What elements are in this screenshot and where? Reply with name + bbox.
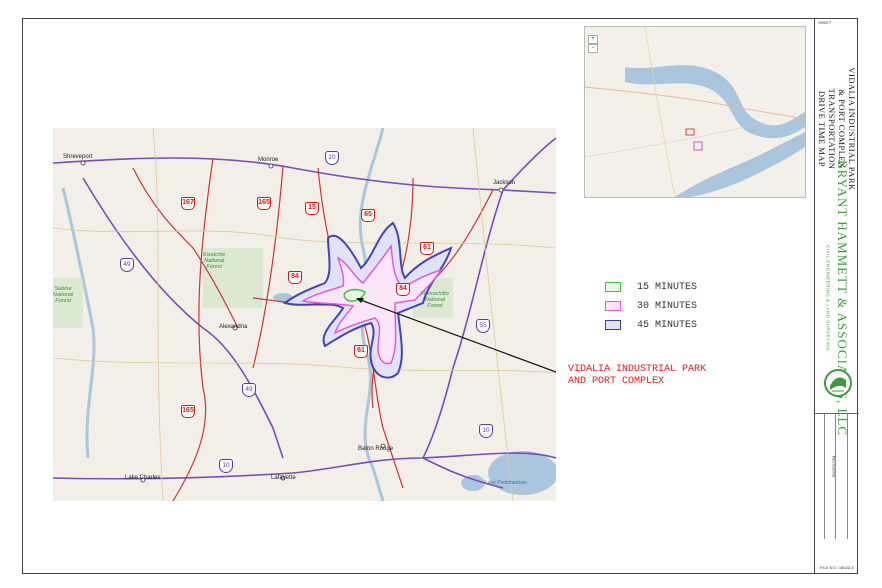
callout-line-1: VIDALIA INDUSTRIAL PARK bbox=[568, 364, 707, 375]
us-route-shield: 61 bbox=[420, 242, 434, 255]
title-block: SHEET VIDALIA INDUSTRIAL PARK & PORT COM… bbox=[814, 18, 859, 574]
us-route-shield: 84 bbox=[396, 283, 410, 296]
title-line-4: DRIVE TIME MAP bbox=[817, 90, 827, 168]
interstate-shield: 55 bbox=[476, 319, 490, 333]
zoom-in-button[interactable]: + bbox=[588, 35, 598, 44]
city-shreveport: Shreveport bbox=[63, 154, 93, 160]
legend: 15 MINUTES 30 MINUTES 45 MINUTES bbox=[605, 278, 697, 335]
us-route-shield: 65 bbox=[361, 209, 375, 222]
company-tagline: CIVIL ENGINEERING & LAND SURVEYING bbox=[825, 244, 831, 352]
legend-swatch bbox=[605, 320, 621, 330]
interstate-shield: 20 bbox=[325, 151, 339, 165]
legend-item-15: 15 MINUTES bbox=[605, 278, 697, 296]
park-sabine: Sabine National Forest bbox=[53, 286, 74, 304]
legend-item-30: 30 MINUTES bbox=[605, 297, 697, 315]
zoom-out-button[interactable]: − bbox=[588, 44, 598, 53]
site-callout: VIDALIA INDUSTRIAL PARK AND PORT COMPLEX bbox=[568, 364, 706, 388]
park-kisatchie: Kisatchie National Forest bbox=[203, 252, 226, 270]
city-alexandria: Alexandria bbox=[219, 324, 248, 330]
us-route-shield: 15 bbox=[305, 202, 319, 215]
legend-label: 45 MINUTES bbox=[637, 319, 698, 331]
park-homochitto: Homochitto National Forest bbox=[421, 291, 449, 309]
revisions-table: REVISIONS bbox=[815, 413, 859, 539]
interstate-shield: 49 bbox=[120, 258, 134, 272]
drive-time-map[interactable]: Shreveport Monroe Jackson Alexandria Bat… bbox=[53, 128, 556, 501]
us-route-shield: 61 bbox=[354, 345, 368, 358]
lake-pontchartrain-label: Lake Pontchartrain bbox=[485, 480, 527, 486]
file-number: FILE NO.: 18022-4 bbox=[820, 565, 854, 570]
legend-swatch bbox=[605, 301, 621, 311]
company-logo: BRYANT HAMMETT & ASSOCIATES, LLC CIVIL E… bbox=[815, 160, 859, 436]
interstate-shield: 10 bbox=[479, 424, 493, 438]
city-lake-charles: Lake Charles bbox=[125, 475, 161, 481]
legend-swatch bbox=[605, 282, 621, 292]
interstate-shield: 49 bbox=[242, 383, 256, 397]
legend-label: 30 MINUTES bbox=[637, 300, 698, 312]
city-baton-rouge: Baton Rouge bbox=[358, 446, 394, 452]
city-monroe: Monroe bbox=[258, 157, 279, 163]
us-route-shield: 165 bbox=[181, 405, 195, 418]
inset-canvas bbox=[585, 27, 805, 197]
sheet-label: SHEET bbox=[818, 20, 832, 25]
us-route-shield: 167 bbox=[181, 197, 195, 210]
city-jackson: Jackson bbox=[493, 180, 516, 186]
interstate-shield: 10 bbox=[219, 459, 233, 473]
map-canvas bbox=[53, 128, 556, 501]
legend-item-45: 45 MINUTES bbox=[605, 316, 697, 334]
us-route-shield: 84 bbox=[288, 271, 302, 284]
callout-line-2: AND PORT COMPLEX bbox=[568, 376, 665, 387]
rev-divider bbox=[824, 414, 825, 539]
company-seal-icon bbox=[824, 369, 852, 397]
us-route-shield: 165 bbox=[257, 197, 271, 210]
inset-location-map[interactable]: + − bbox=[584, 26, 806, 198]
revisions-label: REVISIONS bbox=[831, 455, 837, 478]
rev-divider bbox=[847, 414, 848, 539]
legend-label: 15 MINUTES bbox=[637, 281, 698, 293]
city-lafayette: Lafayette bbox=[271, 475, 296, 481]
